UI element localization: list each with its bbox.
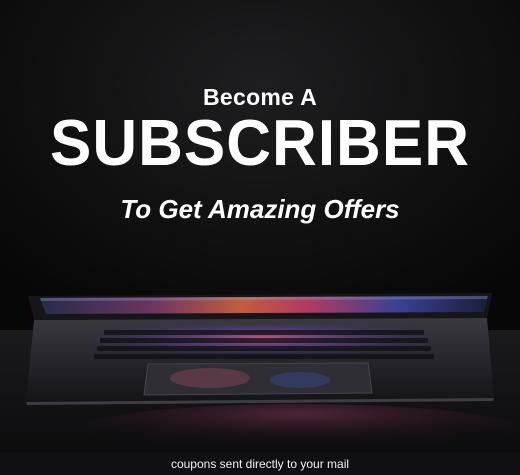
laptop-image	[0, 0, 520, 475]
subscribe-promo-banner: Become A SUBSCRIBER To Get Amazing Offer…	[0, 0, 520, 475]
heading-main: SUBSCRIBER	[50, 107, 470, 180]
caption-text: coupons sent directly to your mail	[170, 457, 350, 471]
heading-sub: To Get Amazing Offers	[120, 194, 400, 224]
caption-bar: coupons sent directly to your mail	[0, 453, 520, 475]
